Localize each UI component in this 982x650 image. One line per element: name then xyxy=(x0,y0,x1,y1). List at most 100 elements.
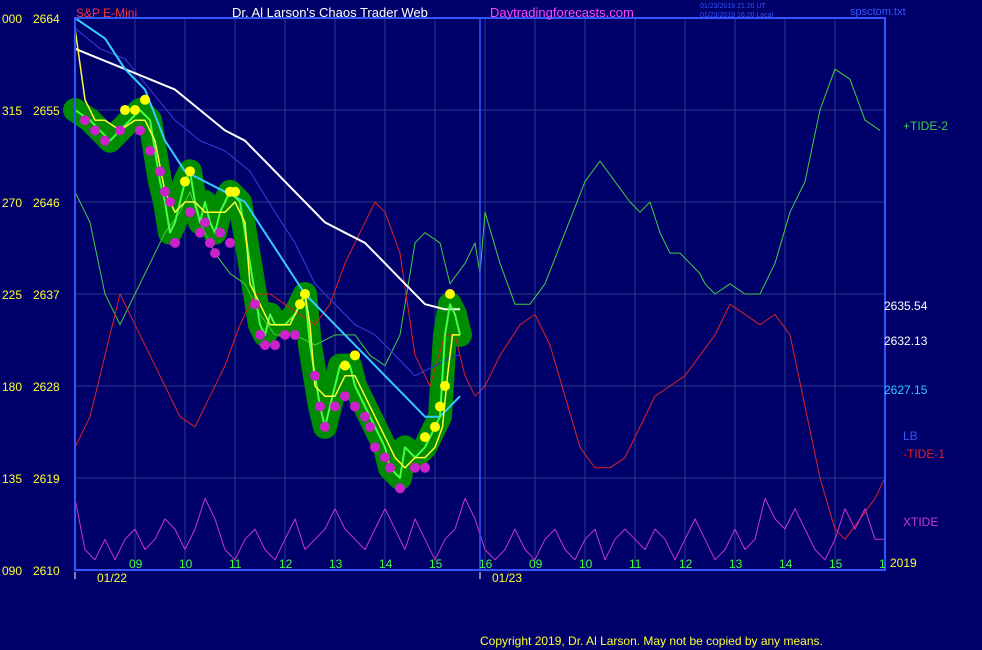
marker-yellow xyxy=(295,299,305,310)
legend-lb: LB xyxy=(903,429,918,443)
x-tick-label: 09 xyxy=(529,557,543,571)
chart-title: Dr. Al Larson's Chaos Trader Web xyxy=(232,5,428,20)
marker-magenta xyxy=(260,340,270,351)
last-upper-label: 2635.54 xyxy=(884,299,928,313)
marker-magenta xyxy=(145,145,155,156)
last-price-label: 2632.13 xyxy=(884,334,928,348)
timestamp-local: 01/23/2019 16:20 Local xyxy=(700,12,774,19)
legend-xtide: XTIDE xyxy=(903,515,938,529)
website-link[interactable]: Daytradingforecasts.com xyxy=(490,5,634,20)
y-tick-price: 2628 xyxy=(33,380,60,394)
marker-yellow xyxy=(120,105,130,115)
marker-yellow xyxy=(440,381,450,391)
copyright-text: Copyright 2019, Dr. Al Larson. May not b… xyxy=(480,634,823,648)
marker-magenta xyxy=(315,401,325,412)
legend-tide-plus2: +TIDE-2 xyxy=(903,119,948,133)
y-tick-osc: 180 xyxy=(2,380,22,394)
marker-magenta xyxy=(255,329,265,340)
y-tick-price: 2646 xyxy=(33,196,60,210)
x-tick-label: 15 xyxy=(829,557,843,571)
date-label: 01/22 xyxy=(97,571,127,585)
marker-yellow xyxy=(130,105,140,115)
marker-yellow xyxy=(230,186,240,197)
x-tick-label: 12 xyxy=(679,557,693,571)
marker-magenta xyxy=(380,452,390,463)
x-tick-label: 12 xyxy=(279,557,293,571)
y-tick-osc: 315 xyxy=(2,104,22,118)
y-tick-osc: 090 xyxy=(2,564,22,578)
marker-magenta xyxy=(270,340,280,351)
marker-yellow xyxy=(340,360,350,371)
marker-magenta xyxy=(90,125,100,136)
y-tick-osc: 270 xyxy=(2,196,22,210)
x-tick-label: 10 xyxy=(579,557,593,571)
marker-magenta xyxy=(200,217,210,228)
marker-yellow xyxy=(180,176,190,187)
x-tick-label: 16 xyxy=(479,557,493,571)
marker-yellow xyxy=(140,94,150,105)
marker-yellow xyxy=(350,350,360,361)
chart-canvas: 000 2664 315 2655 270 2646 225 2637 180 2628 135 26… xyxy=(0,0,982,650)
chart-symbol: S&P E-Mini xyxy=(76,6,137,20)
marker-magenta xyxy=(155,166,165,177)
marker-magenta xyxy=(115,125,125,136)
y-tick-price: 2619 xyxy=(33,472,60,486)
marker-yellow xyxy=(300,289,310,299)
marker-magenta xyxy=(330,401,340,412)
marker-yellow xyxy=(435,401,445,412)
x-tick-label: 11 xyxy=(229,557,242,571)
marker-magenta xyxy=(205,237,215,248)
marker-magenta xyxy=(360,411,370,422)
y-tick-price: 2655 xyxy=(33,104,60,118)
marker-magenta xyxy=(250,299,260,310)
last-cyan-label: 2627.15 xyxy=(884,383,928,397)
year-label: 2019 xyxy=(890,556,917,570)
x-tick-label: 15 xyxy=(429,557,443,571)
marker-yellow xyxy=(420,432,430,443)
marker-magenta xyxy=(350,401,360,412)
marker-magenta xyxy=(395,483,405,494)
data-filename: spsctom.txt xyxy=(850,6,906,18)
marker-magenta xyxy=(370,442,380,453)
x-tick-label: 11 xyxy=(629,557,642,571)
y-tick-osc: 000 xyxy=(2,12,22,26)
marker-magenta xyxy=(185,207,195,218)
y-tick-price: 2610 xyxy=(33,564,60,578)
marker-magenta xyxy=(365,421,375,432)
x-tick-label: 14 xyxy=(779,557,793,571)
y-tick-price: 2637 xyxy=(33,288,60,302)
marker-magenta xyxy=(135,125,145,136)
x-tick-label: 1 xyxy=(879,557,886,571)
x-tick-label: 13 xyxy=(329,557,343,571)
marker-magenta xyxy=(310,370,320,381)
marker-magenta xyxy=(280,329,290,340)
marker-magenta xyxy=(170,237,180,248)
legend-tide-minus1: -TIDE-1 xyxy=(903,447,945,461)
y-tick-osc: 135 xyxy=(2,472,22,486)
y-tick-osc: 225 xyxy=(2,288,22,302)
marker-magenta xyxy=(320,421,330,432)
timestamp-utc: 01/23/2019 21:20 UT xyxy=(700,3,766,10)
y-tick-price: 2664 xyxy=(33,12,60,26)
marker-magenta xyxy=(195,227,205,238)
marker-magenta xyxy=(340,391,350,402)
marker-magenta xyxy=(160,186,170,197)
marker-magenta xyxy=(210,248,220,259)
marker-yellow xyxy=(185,166,195,177)
x-tick-label: 10 xyxy=(179,557,193,571)
date-label: 01/23 xyxy=(492,571,522,585)
x-tick-label: 13 xyxy=(729,557,743,571)
marker-magenta xyxy=(290,329,300,340)
marker-yellow xyxy=(430,421,440,432)
marker-magenta xyxy=(100,135,110,146)
marker-yellow xyxy=(445,289,455,299)
marker-magenta xyxy=(410,462,420,473)
marker-magenta xyxy=(80,115,90,126)
marker-magenta xyxy=(215,227,225,238)
marker-magenta xyxy=(385,462,395,473)
marker-magenta xyxy=(420,462,430,473)
marker-magenta xyxy=(165,197,175,207)
x-tick-label: 14 xyxy=(379,557,393,571)
marker-magenta xyxy=(225,237,235,248)
x-tick-label: 09 xyxy=(129,557,143,571)
